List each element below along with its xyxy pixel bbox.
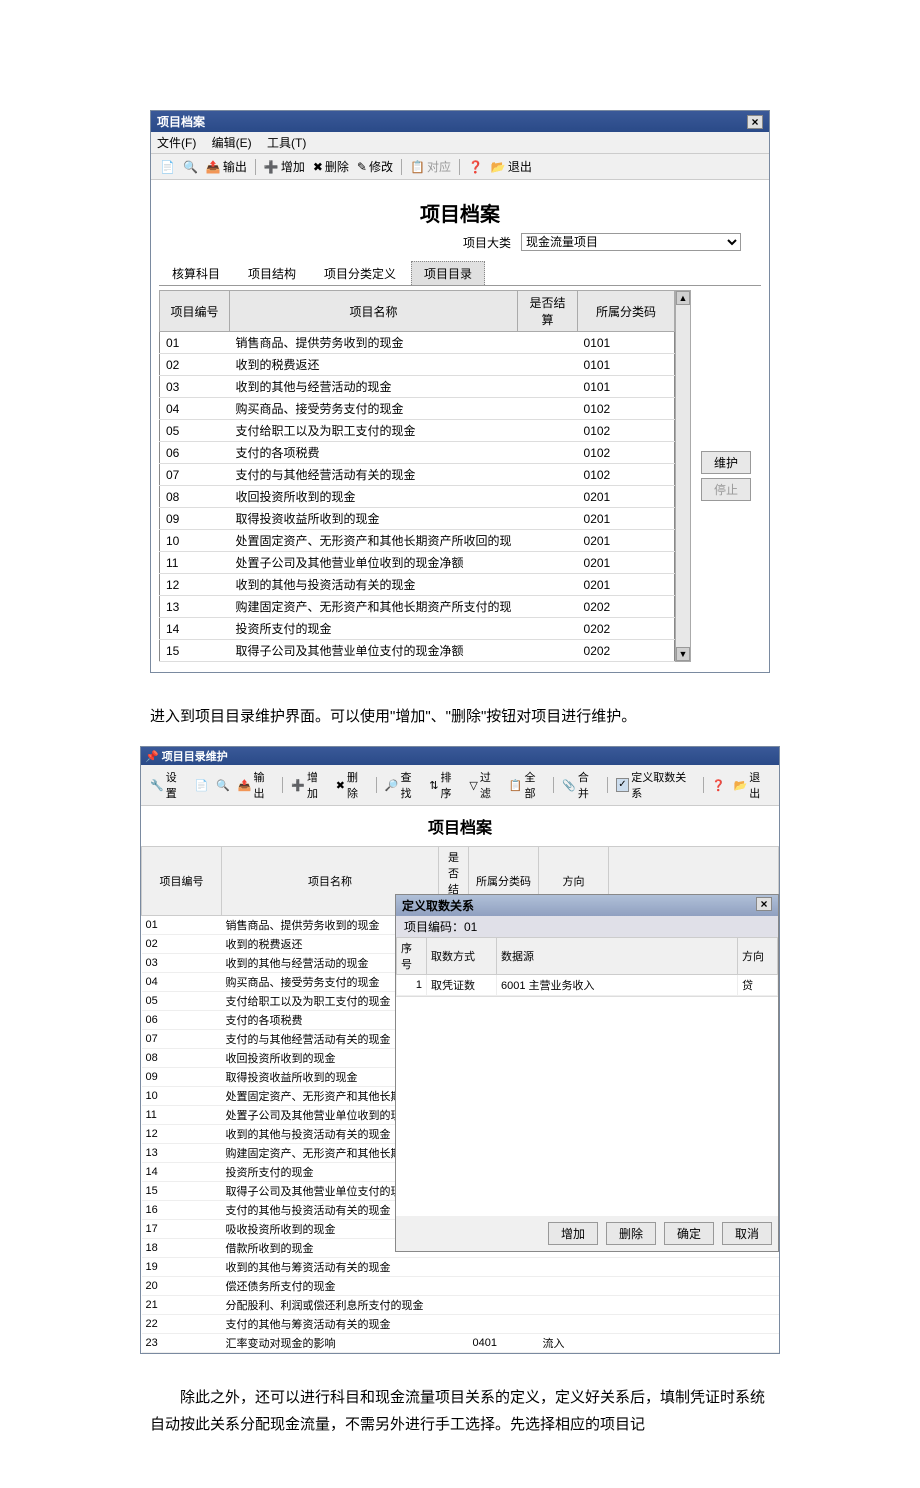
define-relation-dialog: 定义取数关系 × 项目编码：01 序号 取数方式 数据源 方向 1取凭证数600… (395, 894, 779, 1252)
menu-edit[interactable]: 编辑(E) (212, 136, 252, 150)
table-row[interactable]: 02收到的税费返还0101 (160, 354, 675, 376)
project-archive-window: 项目档案 × 文件(F) 编辑(E) 工具(T) 📄 🔍 📤 输出 ➕ 增加 ✖… (150, 110, 770, 673)
table-row[interactable]: 11处置子公司及其他营业单位收到的现金净额0201 (160, 552, 675, 574)
table-row[interactable]: 04购买商品、接受劳务支付的现金0102 (160, 398, 675, 420)
toolbar-map-button[interactable]: 📋 对应 (407, 157, 454, 176)
titlebar[interactable]: 项目档案 × (151, 111, 769, 132)
dialog-titlebar[interactable]: 定义取数关系 × (396, 895, 778, 916)
table-row[interactable]: 06支付的各项税费0102 (160, 442, 675, 464)
tab-project-structure[interactable]: 项目结构 (235, 261, 309, 285)
table-row[interactable]: 1取凭证数6001 主营业务收入贷 (397, 975, 778, 996)
separator (401, 159, 402, 175)
dialog-grid-body[interactable] (396, 996, 778, 1216)
toolbar-delete-button[interactable]: ✖ 删除 (333, 768, 371, 802)
toolbar-help-icon[interactable]: ❓ (465, 159, 486, 175)
table-row[interactable]: 12收到的其他与投资活动有关的现金0201 (160, 574, 675, 596)
toolbar-all-button[interactable]: 📋 全部 (506, 768, 548, 802)
page-title: 项目档案 (159, 198, 761, 227)
dialog-delete-button[interactable]: 删除 (606, 1222, 656, 1245)
dialog-ok-button[interactable]: 确定 (664, 1222, 714, 1245)
dialog-code-label: 项目编码：01 (396, 916, 778, 937)
table-row[interactable]: 21分配股利、利润或偿还利息所支付的现金 (142, 1296, 779, 1315)
col-no[interactable]: 序号 (397, 938, 427, 975)
check-icon: ✓ (616, 778, 630, 792)
table-row[interactable]: 15取得子公司及其他营业单位支付的现金净额0202 (160, 640, 675, 662)
toolbar-preview-icon[interactable]: 🔍 (180, 159, 201, 175)
toolbar-help-icon[interactable]: ❓ (709, 778, 729, 793)
table-row[interactable]: 07支付的与其他经营活动有关的现金0102 (160, 464, 675, 486)
col-code[interactable]: 项目编号 (160, 291, 230, 332)
close-icon[interactable]: × (756, 897, 772, 911)
scroll-down-icon[interactable]: ▼ (676, 647, 690, 661)
table-row[interactable]: 01销售商品、提供劳务收到的现金0101 (160, 332, 675, 354)
table-row[interactable]: 10处置固定资产、无形资产和其他长期资产所收回的现0201 (160, 530, 675, 552)
toolbar-delete-button[interactable]: ✖ 删除 (310, 157, 352, 176)
col-mode[interactable]: 取数方式 (427, 938, 497, 975)
toolbar-merge-button[interactable]: 📎 合并 (559, 768, 601, 802)
toolbar-export-button[interactable]: 📤 输出 (235, 768, 277, 802)
toolbar: 📄 🔍 📤 输出 ➕ 增加 ✖ 删除 ✎ 修改 📋 对应 ❓ 📂 退出 (151, 154, 769, 180)
col-source[interactable]: 数据源 (497, 938, 738, 975)
toolbar-export-button[interactable]: 📤 输出 (203, 157, 250, 176)
dialog-title: 定义取数关系 (402, 897, 474, 914)
toolbar-filter-button[interactable]: ▽ 过滤 (466, 768, 503, 802)
catalog-maintain-window: 📌 项目目录维护 🔧 设置 📄 🔍 📤 输出 ➕ 增加 ✖ 删除 🔎 查找 ⇅ … (140, 746, 780, 1354)
doc-text-1: 进入到项目目录维护界面。可以使用"增加"、"删除"按钮对项目进行维护。 (0, 693, 920, 740)
toolbar-print-icon[interactable]: 📄 (191, 778, 211, 793)
doc-text-2: 除此之外，还可以进行科目和现金流量项目关系的定义，定义好关系后，填制凭证时系统自… (0, 1374, 920, 1448)
window-title: 项目档案 (157, 113, 205, 130)
table-row[interactable]: 19收到的其他与筹资活动有关的现金 (142, 1258, 779, 1277)
tabs: 核算科目 项目结构 项目分类定义 项目目录 (159, 261, 761, 286)
table-row[interactable]: 22支付的其他与筹资活动有关的现金 (142, 1315, 779, 1334)
category-label: 项目大类 (463, 234, 511, 251)
tab-project-catalog[interactable]: 项目目录 (411, 261, 485, 285)
menu-tool[interactable]: 工具(T) (267, 136, 306, 150)
toolbar-preview-icon[interactable]: 🔍 (213, 778, 233, 793)
toolbar-find-button[interactable]: 🔎 查找 (382, 768, 424, 802)
table-row[interactable]: 20偿还债务所支付的现金 (142, 1277, 779, 1296)
maintain-button[interactable]: 维护 (701, 451, 751, 474)
table-row[interactable]: 13购建固定资产、无形资产和其他长期资产所支付的现0202 (160, 596, 675, 618)
separator (459, 159, 460, 175)
scroll-up-icon[interactable]: ▲ (676, 291, 690, 305)
col-name[interactable]: 项目名称 (230, 291, 518, 332)
toolbar-modify-button[interactable]: ✎ 修改 (354, 157, 396, 176)
toolbar: 🔧 设置 📄 🔍 📤 输出 ➕ 增加 ✖ 删除 🔎 查找 ⇅ 排序 ▽ 过滤 📋… (141, 765, 779, 806)
tab-accounting-subject[interactable]: 核算科目 (159, 261, 233, 285)
scrollbar[interactable]: ▲ ▼ (675, 290, 691, 662)
toolbar-settings-button[interactable]: 🔧 设置 (147, 768, 189, 802)
separator (255, 159, 256, 175)
relation-table: 序号 取数方式 数据源 方向 1取凭证数6001 主营业务收入贷 (396, 937, 778, 996)
col-code[interactable]: 项目编号 (142, 847, 222, 916)
category-select[interactable]: 现金流量项目 (521, 233, 741, 251)
stop-button[interactable]: 停止 (701, 478, 751, 501)
col-class[interactable]: 所属分类码 (578, 291, 675, 332)
col-dir[interactable]: 方向 (738, 938, 778, 975)
toolbar-exit-button[interactable]: 📂 退出 (488, 157, 535, 176)
titlebar[interactable]: 📌 项目目录维护 (141, 747, 779, 765)
page-title: 项目档案 (141, 806, 779, 846)
toolbar-exit-button[interactable]: 📂 退出 (731, 768, 773, 802)
toolbar-add-button[interactable]: ➕ 增加 (261, 157, 308, 176)
table-row[interactable]: 14投资所支付的现金0202 (160, 618, 675, 640)
toolbar-sort-button[interactable]: ⇅ 排序 (426, 768, 464, 802)
toolbar-add-button[interactable]: ➕ 增加 (288, 768, 330, 802)
dialog-add-button[interactable]: 增加 (548, 1222, 598, 1245)
menu-file[interactable]: 文件(F) (157, 136, 196, 150)
toolbar-print-icon[interactable]: 📄 (157, 159, 178, 175)
table-row[interactable]: 08收回投资所收到的现金0201 (160, 486, 675, 508)
table-row[interactable]: 09取得投资收益所收到的现金0201 (160, 508, 675, 530)
table-row[interactable]: 03收到的其他与经营活动的现金0101 (160, 376, 675, 398)
menubar: 文件(F) 编辑(E) 工具(T) (151, 132, 769, 154)
project-table: 项目编号 项目名称 是否结算 所属分类码 01销售商品、提供劳务收到的现金010… (159, 290, 675, 662)
table-row[interactable]: 05支付给职工以及为职工支付的现金0102 (160, 420, 675, 442)
window-title: 项目目录维护 (162, 751, 228, 763)
close-icon[interactable]: × (747, 115, 763, 129)
dialog-cancel-button[interactable]: 取消 (722, 1222, 772, 1245)
tab-project-class-def[interactable]: 项目分类定义 (311, 261, 409, 285)
col-settle[interactable]: 是否结算 (518, 291, 578, 332)
toolbar-define-relation-button[interactable]: ✓ 定义取数关系 (613, 768, 698, 802)
table-row[interactable]: 23汇率变动对现金的影响0401流入 (142, 1334, 779, 1353)
